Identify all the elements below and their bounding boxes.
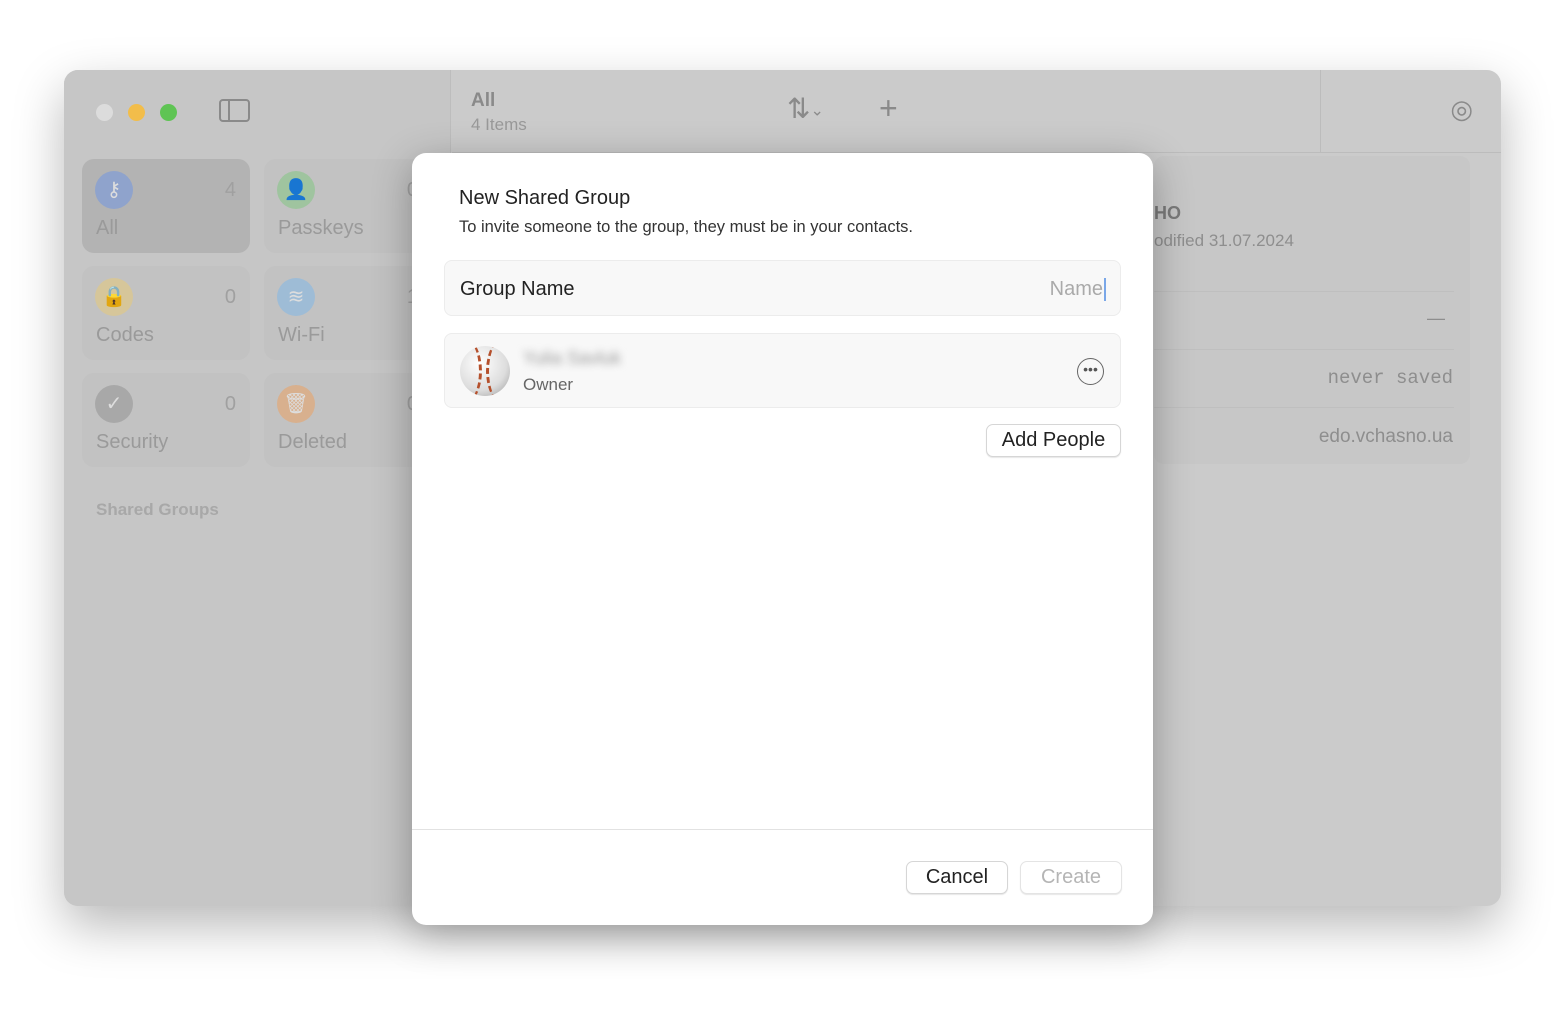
shared-groups-heading: Shared Groups [96, 500, 219, 519]
add-people-button[interactable]: Add People [986, 424, 1121, 457]
detail-title: HO [1154, 203, 1181, 223]
sidebar-item-security[interactable]: ✓ 0 Security [82, 373, 250, 467]
trash-icon: 🗑 [277, 385, 315, 423]
sidebar-item-all[interactable]: ⚷ 4 All [82, 159, 250, 253]
item-count: 0 [224, 286, 236, 308]
group-name-label: Group Name [460, 278, 575, 300]
group-name-field[interactable]: Group Name Name [444, 260, 1121, 316]
cancel-button[interactable]: Cancel [906, 861, 1008, 894]
detail-modified: odified 31.07.2024 [1154, 231, 1294, 250]
sidebar-item-deleted[interactable]: 🗑0Deleted [264, 373, 432, 467]
checkmark-icon: ✓ [95, 385, 133, 423]
item-count: 4 [224, 179, 236, 201]
sidebar-item-passkeys[interactable]: 👤0Passkeys [264, 159, 432, 253]
minimize-button[interactable] [128, 104, 145, 121]
item-label: All [96, 217, 119, 239]
lock-clock-icon: 🔒 [95, 278, 133, 316]
key-icon: ⚷ [95, 171, 133, 209]
create-button[interactable]: Create [1020, 861, 1122, 894]
dialog-subtitle: To invite someone to the group, they mus… [459, 218, 913, 236]
sidebar-toggle-icon[interactable] [219, 99, 250, 122]
item-count: 4 Items [471, 115, 527, 134]
member-row: Yulia Savluk Owner ••• [444, 333, 1121, 408]
new-shared-group-dialog: New Shared Group To invite someone to th… [412, 153, 1153, 925]
detail-website[interactable]: edo.vchasno.ua [1319, 426, 1453, 448]
footer-divider [412, 829, 1153, 830]
group-name-input[interactable]: Name [1050, 278, 1106, 301]
sidebar-item-wi-fi[interactable]: ≋1Wi-Fi [264, 266, 432, 360]
toolbar-divider [1320, 70, 1321, 153]
detail-dash: — [1427, 308, 1445, 328]
sidebar-item-codes[interactable]: 🔒 0 Codes [82, 266, 250, 360]
airdrop-icon[interactable]: ◎ [1450, 94, 1473, 125]
dialog-title: New Shared Group [459, 187, 631, 209]
item-label: Codes [96, 324, 154, 346]
list-title: All [471, 90, 496, 111]
more-options-icon[interactable]: ••• [1077, 358, 1104, 385]
avatar [460, 346, 510, 396]
item-count: 0 [224, 393, 236, 415]
item-label: Wi-Fi [278, 324, 325, 346]
item-label: Deleted [278, 431, 347, 453]
member-role: Owner [523, 375, 574, 394]
item-label: Passkeys [278, 217, 364, 239]
add-icon[interactable]: + [879, 90, 898, 127]
member-name: Yulia Savluk [523, 348, 622, 368]
close-button[interactable] [96, 104, 113, 121]
item-label: Security [96, 431, 169, 453]
wifi-icon: ≋ [277, 278, 315, 316]
sidebar: ⚷ 4 All 👤0Passkeys 🔒 0 Codes ≋1Wi-Fi ✓ 0 Security 🗑… [64, 70, 451, 906]
toolbar: All 4 Items ⇅⌄ + ◎ [452, 70, 1501, 153]
sort-icon[interactable]: ⇅⌄ [787, 92, 824, 125]
zoom-button[interactable] [160, 104, 177, 121]
detail-password: never saved [1327, 367, 1453, 389]
person-key-icon: 👤 [277, 171, 315, 209]
detail-card [1154, 156, 1470, 464]
